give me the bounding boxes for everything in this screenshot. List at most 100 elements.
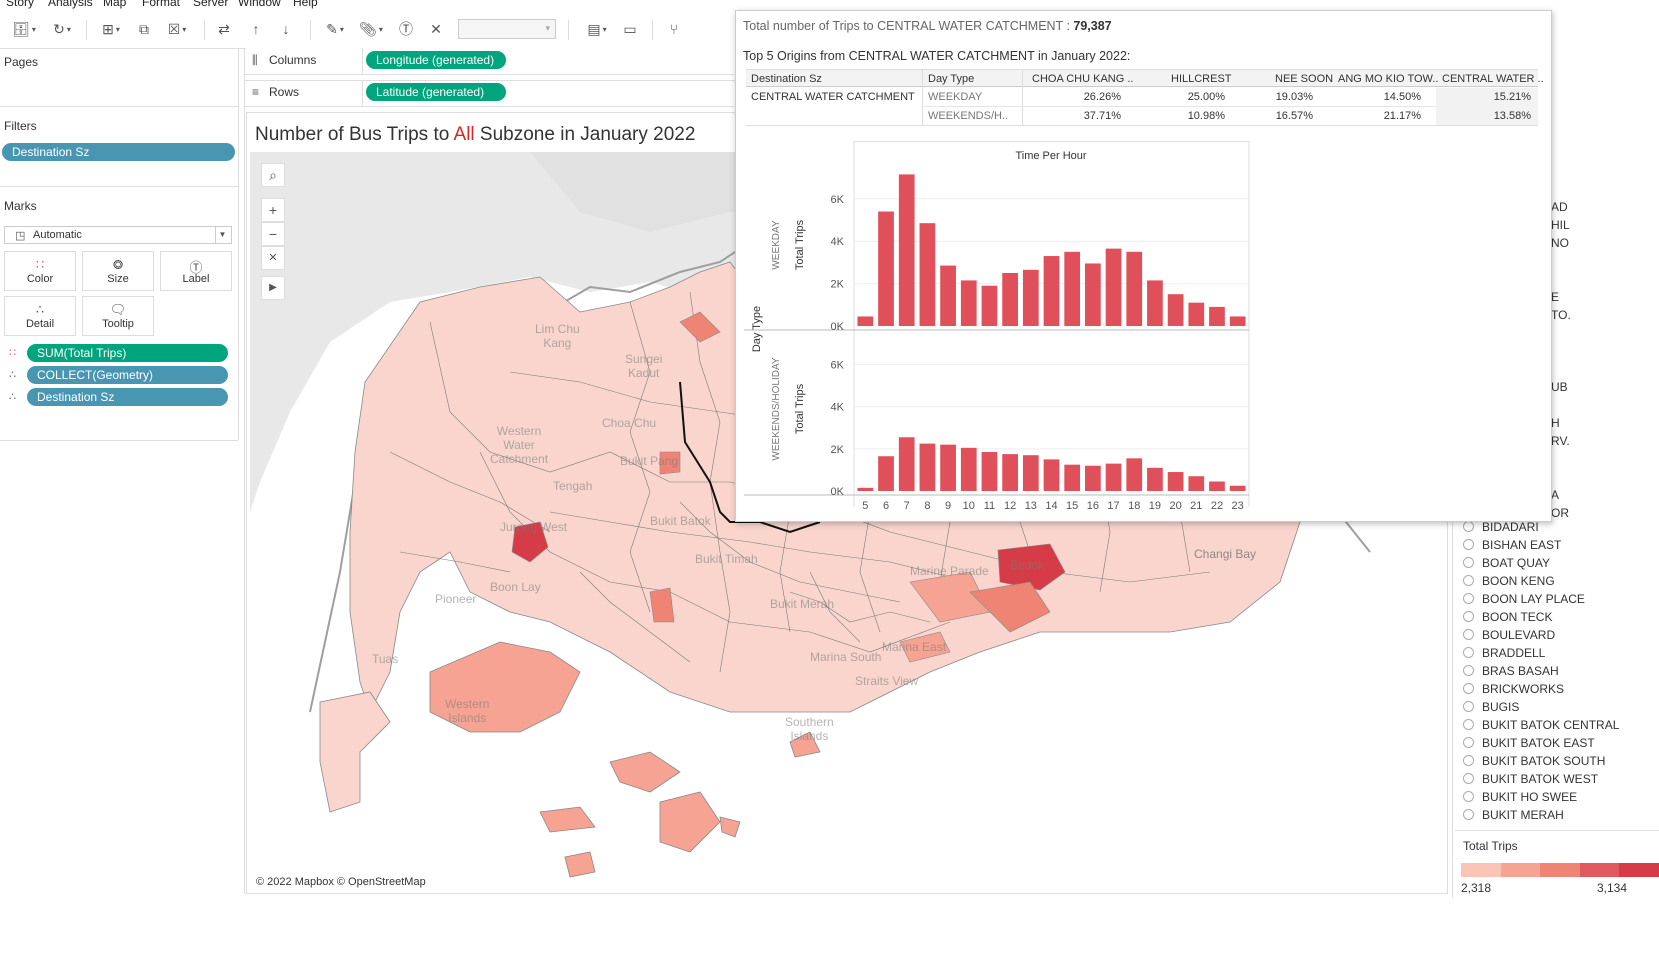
top5-origins-table: Destination Sz Day Type CHOA CHU KANG ..…	[746, 69, 1544, 126]
map-label-bedok: Bedok	[1010, 558, 1045, 572]
chevron-down-icon: ▼	[215, 227, 229, 243]
tooltip-button[interactable]: 🗨︎ Tooltip	[82, 296, 154, 336]
filters-label: Filters	[4, 119, 37, 133]
menu-map[interactable]: Map	[103, 0, 126, 9]
right-list-partial: RV.	[1551, 434, 1570, 448]
columns-label: Columns	[269, 53, 317, 67]
x-tick-label: 18	[1128, 500, 1140, 512]
refresh-icon[interactable]: ↻ ▾	[44, 18, 80, 40]
highlight-icon[interactable]: ✎ ▾	[318, 18, 352, 40]
x-tick-label: 16	[1087, 500, 1099, 512]
show-cards-icon[interactable]: ▤ ▾	[580, 18, 614, 40]
list-item[interactable]: BOON LAY PLACE	[1463, 592, 1585, 610]
label-button[interactable]: Ⓣ Label	[160, 251, 232, 291]
show-labels-icon[interactable]: Ⓣ	[394, 18, 418, 40]
sort-ascending-icon[interactable]: ↑	[244, 18, 268, 40]
table-cell: 25.00%	[1187, 91, 1225, 103]
map-label-boon-lay: Boon Lay	[490, 580, 541, 594]
rows-pill-latitude[interactable]: Latitude (generated)	[366, 83, 506, 101]
table-header: ANG MO KIO TOW..	[1338, 73, 1439, 85]
presentation-icon[interactable]: ▭	[618, 18, 642, 40]
chart-bar	[1002, 454, 1018, 491]
chart-bar	[981, 285, 998, 326]
marks-type-dropdown[interactable]: ◳ Automatic ▼	[4, 226, 232, 244]
sort-descending-icon[interactable]: ↓	[274, 18, 298, 40]
list-item[interactable]: BISHAN EAST	[1463, 538, 1561, 556]
table-header: Day Type	[928, 73, 975, 85]
map-label-pioneer: Pioneer	[435, 592, 477, 606]
map-label-straits-view: Straits View	[855, 674, 919, 688]
group-icon[interactable]: 📎︎ ▾	[354, 18, 388, 40]
radio-icon	[1463, 701, 1474, 712]
map-search-icon[interactable]: ⌕	[261, 163, 285, 187]
tooltip-panel: Total number of Trips to CENTRAL WATER C…	[735, 10, 1552, 522]
list-item[interactable]: BOAT QUAY	[1463, 556, 1550, 574]
fix-axes-icon[interactable]: ✕	[424, 18, 448, 40]
share-icon[interactable]: ⑂	[662, 18, 686, 40]
radio-icon	[1463, 719, 1474, 730]
duplicate-sheet-icon[interactable]: ⧉	[132, 18, 156, 40]
x-tick-label: 7	[904, 500, 910, 512]
chart-bar	[919, 443, 936, 491]
list-item[interactable]: BRAS BASAH	[1463, 664, 1559, 682]
menu-story[interactable]: Story	[6, 0, 34, 9]
new-sheet-icon[interactable]: ⊞ ▾	[94, 18, 128, 40]
radio-icon	[1463, 683, 1474, 694]
toolbar: 🗄︎ ▾ ↻ ▾ ⊞ ▾ ⧉ ☒ ▾ ⇄ ↑ ↓ ✎ ▾ 📎︎ ▾ Ⓣ ✕ ▾ ▤ ▾ ▭ ⑂	[0, 10, 740, 48]
map-label-marina-south: Marina South	[810, 650, 882, 664]
list-item[interactable]: BUGIS	[1463, 700, 1519, 718]
menu-window[interactable]: Window	[238, 0, 281, 9]
size-button[interactable]: ⭗ Size	[82, 251, 154, 291]
clear-sheet-icon[interactable]: ☒ ▾	[160, 18, 194, 40]
reset-map-icon[interactable]: ✕	[261, 246, 285, 270]
radio-icon	[1463, 575, 1474, 586]
mark-pill-destination-sz[interactable]: Destination Sz	[27, 388, 228, 406]
color-legend: Total Trips 2,318 3,134	[1455, 830, 1659, 898]
list-item[interactable]: BUKIT HO SWEE	[1463, 790, 1577, 808]
menu-format[interactable]: Format	[142, 0, 180, 9]
chart-bar	[1209, 306, 1225, 326]
detail-button[interactable]: ∴ Detail	[4, 296, 76, 336]
list-item[interactable]: BUKIT BATOK EAST	[1463, 736, 1595, 754]
table-cell: 15.21%	[1493, 91, 1531, 103]
map-label-western-islands: Western Islands	[445, 697, 490, 725]
chart-bar	[940, 265, 956, 326]
table-header: NEE SOON	[1275, 73, 1334, 85]
radio-icon	[1463, 647, 1474, 658]
radio-icon	[1463, 791, 1474, 802]
right-list-partial: HIL	[1551, 218, 1570, 232]
list-item[interactable]: BUKIT BATOK SOUTH	[1463, 754, 1605, 772]
map-toolbar-expand-icon[interactable]: ▶	[261, 276, 285, 300]
list-item[interactable]: BUKIT BATOK WEST	[1463, 772, 1598, 790]
swap-icon[interactable]: ⇄	[212, 18, 236, 40]
x-tick-label: 19	[1149, 500, 1161, 512]
fit-dropdown[interactable]: ▾	[458, 19, 556, 39]
mark-pill-sum-total-trips[interactable]: SUM(Total Trips)	[27, 344, 228, 362]
color-legend-min: 2,318	[1461, 881, 1492, 895]
columns-pill-longitude[interactable]: Longitude (generated)	[366, 51, 506, 69]
zoom-out-icon[interactable]: −	[261, 222, 285, 246]
list-item[interactable]: BOON TECK	[1463, 610, 1552, 628]
right-list-partial: UB	[1551, 380, 1568, 394]
datasource-icon[interactable]: 🗄︎ ▾	[6, 18, 42, 40]
menu-server[interactable]: Server	[193, 0, 228, 9]
list-item[interactable]: BOULEVARD	[1463, 628, 1555, 646]
list-item[interactable]: BUKIT MERAH	[1463, 808, 1564, 826]
list-item[interactable]: BOON KENG	[1463, 574, 1555, 592]
table-header: HILLCREST	[1171, 73, 1232, 85]
color-legend-swatch	[1500, 863, 1541, 877]
menu-help[interactable]: Help	[293, 0, 318, 9]
list-item[interactable]: BRICKWORKS	[1463, 682, 1564, 700]
mark-pill-collect-geometry[interactable]: COLLECT(Geometry)	[27, 366, 228, 384]
filter-pill-destination-sz[interactable]: Destination Sz	[2, 143, 235, 161]
y-tick-label: 2K	[831, 279, 845, 291]
list-item[interactable]: BRADDELL	[1463, 646, 1545, 664]
zoom-in-icon[interactable]: +	[261, 198, 285, 222]
list-item[interactable]: BIDADARI	[1463, 520, 1539, 538]
list-item[interactable]: BUKIT BATOK CENTRAL	[1463, 718, 1619, 736]
radio-icon	[1463, 539, 1474, 550]
right-list-partial: TO.	[1551, 308, 1571, 322]
color-button[interactable]: ∷ Color	[4, 251, 76, 291]
chart-bar	[1085, 263, 1101, 326]
menu-analysis[interactable]: Analysis	[48, 0, 93, 9]
